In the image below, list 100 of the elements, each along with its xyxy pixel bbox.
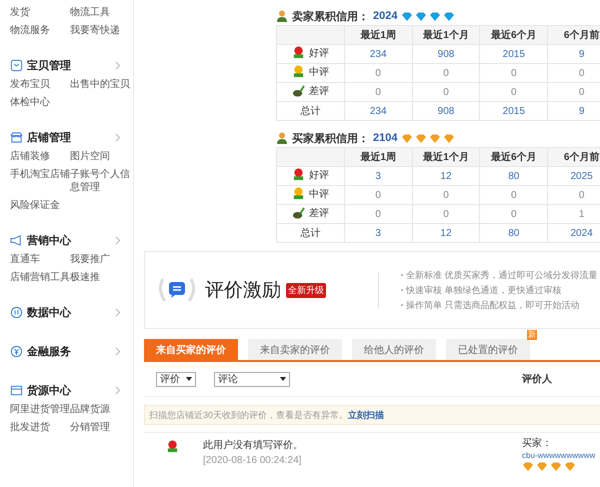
reviewer-label: 买家： bbox=[522, 438, 552, 450]
review-text: 此用户没有填写评价。 bbox=[203, 438, 304, 452]
table-cell: 234 bbox=[344, 44, 412, 64]
table-cell: 3 bbox=[344, 224, 412, 242]
sidebar-link[interactable]: 品牌货源 bbox=[70, 403, 132, 416]
tab[interactable]: 来自卖家的评价 bbox=[248, 339, 342, 360]
sidebar-link[interactable]: 图片空间 bbox=[70, 150, 132, 163]
table-cell: 908 bbox=[412, 44, 480, 64]
sidebar-link[interactable]: 手机淘宝店铺 bbox=[10, 168, 70, 194]
sidebar-link[interactable]: 直通车 bbox=[10, 253, 70, 266]
table-header: 最近1个月 bbox=[412, 26, 480, 44]
sidebar-link[interactable]: 我要寄快递 bbox=[70, 24, 132, 37]
rating-label: 好评 bbox=[308, 168, 329, 182]
section-title[interactable]: 数据中心 bbox=[27, 304, 111, 320]
rating-label: 中评 bbox=[308, 66, 329, 79]
new-tag: 全新升级 bbox=[286, 282, 326, 298]
scan-notice: 扫描您店铺近30天收到的评价，查看是否有异常。立刻扫描 bbox=[149, 408, 384, 422]
sidebar-link[interactable]: 出售中的宝贝 bbox=[70, 78, 132, 91]
flower-icon bbox=[166, 440, 179, 453]
diamond-icon bbox=[429, 132, 442, 144]
chevron-right-icon[interactable] bbox=[115, 386, 121, 394]
banner-point: 快速审核 单独绿色通道，更快通过审核 bbox=[406, 284, 562, 296]
table-header: 6个月前 bbox=[548, 26, 600, 44]
diamond-icon bbox=[564, 461, 576, 472]
chevron-right-icon[interactable] bbox=[115, 346, 121, 356]
caret-icon[interactable] bbox=[280, 377, 286, 381]
wilted-plant-icon bbox=[292, 206, 305, 220]
table-cell: 0 bbox=[344, 204, 412, 224]
review-date: [2020-08-16 00:24:24] bbox=[203, 455, 302, 466]
banner-point: 操作简单 只需选商品配权益，即可开始活动 bbox=[406, 298, 580, 312]
sidebar-link[interactable]: 店铺营销工具 bbox=[10, 271, 70, 284]
column-header: 评价人 bbox=[522, 372, 552, 386]
scan-link[interactable]: 立刻扫描 bbox=[348, 410, 384, 420]
diamond-icon bbox=[429, 10, 442, 22]
table-cell: 0 bbox=[344, 82, 412, 102]
chevron-right-icon[interactable] bbox=[115, 236, 121, 244]
sidebar-link[interactable]: 阿里进货管理 bbox=[10, 403, 70, 416]
flower-icon bbox=[292, 187, 305, 200]
section-title[interactable]: 宝贝管理 bbox=[27, 58, 111, 72]
rating-label: 中评 bbox=[308, 188, 329, 201]
sidebar-link[interactable]: 批发进货 bbox=[10, 421, 70, 434]
megaphone-icon bbox=[10, 234, 23, 246]
card-icon bbox=[10, 384, 23, 396]
person-icon bbox=[276, 132, 288, 144]
flower-icon bbox=[292, 65, 305, 78]
table-header: 最近1周 bbox=[344, 26, 412, 44]
rating-label: 总计 bbox=[300, 226, 320, 240]
new-badge: 新 bbox=[527, 330, 537, 340]
sidebar-link[interactable]: 风险保证金 bbox=[10, 199, 70, 212]
diamond-icon bbox=[443, 132, 456, 144]
credit-label: 卖家累积信用： bbox=[292, 10, 369, 24]
store-icon bbox=[10, 130, 23, 144]
chevron-right-icon[interactable] bbox=[115, 308, 121, 316]
chevron-right-icon[interactable] bbox=[115, 60, 121, 70]
sidebar-link[interactable]: 发布宝贝 bbox=[10, 78, 70, 91]
table-cell: 908 bbox=[412, 102, 480, 120]
reviewer-name[interactable]: cbu-wwwwwwwwww bbox=[522, 450, 596, 461]
sidebar-link[interactable]: 物流工具 bbox=[70, 6, 132, 19]
diamond-icon bbox=[550, 461, 562, 472]
table-cell: 0 bbox=[480, 82, 548, 102]
table-cell: 234 bbox=[344, 102, 412, 120]
sidebar-link[interactable]: 物流服务 bbox=[10, 24, 70, 37]
section-title[interactable]: 营销中心 bbox=[27, 232, 111, 248]
chevron-right-icon[interactable] bbox=[115, 132, 121, 142]
tab[interactable]: 已处置的评价 bbox=[446, 339, 530, 360]
rating-label: 总计 bbox=[300, 104, 320, 118]
credit-label: 买家累积信用： bbox=[292, 132, 369, 146]
section-title[interactable]: 金融服务 bbox=[27, 344, 111, 358]
table-cell: 0 bbox=[412, 64, 480, 82]
coin-icon bbox=[10, 344, 23, 358]
diamond-icon bbox=[415, 10, 428, 22]
banner-title: 评价激励 bbox=[205, 279, 281, 303]
diamond-icon bbox=[443, 10, 456, 22]
table-cell: 80 bbox=[480, 166, 548, 186]
filter-dropdown[interactable]: 评论 bbox=[214, 372, 290, 386]
table-header: 最近6个月 bbox=[480, 148, 548, 166]
table-header: 最近1个月 bbox=[412, 148, 480, 166]
diamond-icon bbox=[536, 461, 548, 472]
table-cell: 0 bbox=[412, 82, 480, 102]
sidebar-link[interactable]: 店铺装修 bbox=[10, 150, 70, 163]
table-header: 6个月前 bbox=[548, 148, 600, 166]
person-icon bbox=[276, 10, 288, 22]
sidebar-link[interactable]: 我要推广 bbox=[70, 253, 132, 266]
table-cell: 12 bbox=[412, 166, 480, 186]
section-title[interactable]: 店铺管理 bbox=[27, 130, 111, 144]
banner-point: 全新标准 优质买家秀，通过即可公域分发得流量 bbox=[406, 268, 598, 282]
section-title[interactable]: 货源中心 bbox=[27, 382, 111, 398]
sidebar-link[interactable]: 分销管理 bbox=[70, 421, 132, 434]
sidebar-link[interactable]: 子账号个人信息管理 bbox=[70, 168, 132, 194]
table-cell: 2015 bbox=[480, 44, 548, 64]
tab[interactable]: 给他人的评价 bbox=[352, 339, 436, 360]
credit-score: 2024 bbox=[373, 10, 398, 22]
table-cell: 0 bbox=[412, 186, 480, 204]
filter-dropdown[interactable]: 评价 bbox=[156, 372, 196, 386]
sidebar-link[interactable]: 极速推 bbox=[70, 271, 132, 284]
sidebar-link[interactable]: 体检中心 bbox=[10, 96, 70, 109]
sidebar-link[interactable]: 发货 bbox=[10, 6, 70, 19]
caret-icon[interactable] bbox=[186, 377, 192, 381]
table-cell: 2015 bbox=[480, 102, 548, 120]
flower-icon bbox=[292, 46, 305, 60]
